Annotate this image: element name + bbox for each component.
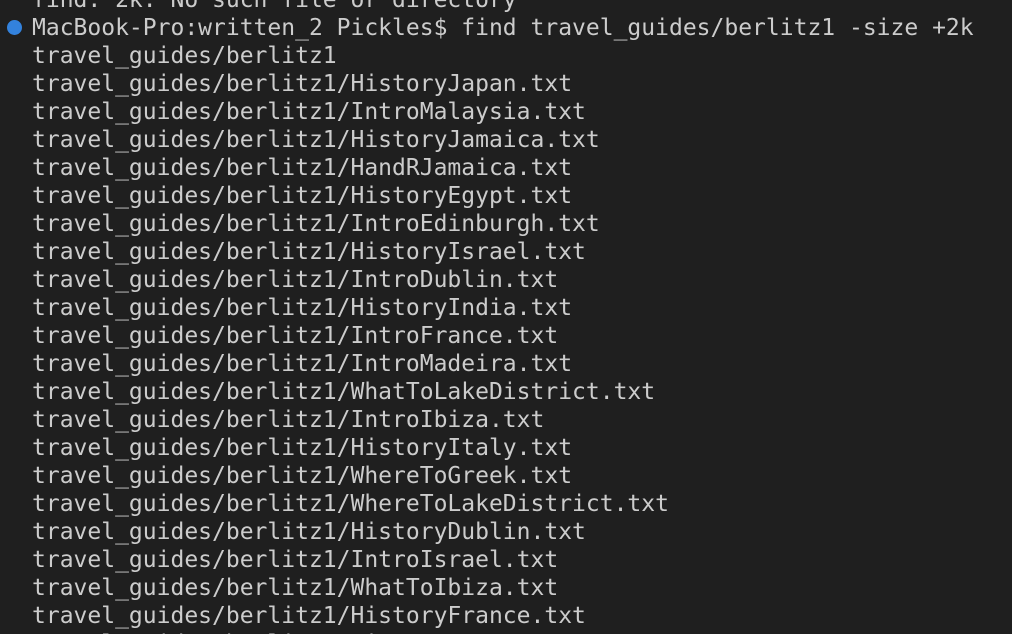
- output-line: travel_guides/berlitz1/HistoryDublin.txt: [32, 519, 586, 545]
- output-line: travel_guides/berlitz1/IntroIsrael.txt: [32, 547, 559, 573]
- output-line: travel_guides/berlitz1/IntroFrance.txt: [32, 323, 559, 349]
- output-line: travel_guides/berlitz1/IntroMadeira.txt: [32, 351, 573, 377]
- output-line: travel_guides/berlitz1/WhereToLakeDistri…: [32, 491, 669, 517]
- output-line: travel_guides/berlitz1/IntroMalaysia.txt: [32, 99, 586, 125]
- output-list: travel_guides/berlitz1 travel_guides/berl…: [32, 42, 1012, 634]
- output-line: travel_guides/berlitz1/WhatToLakeDistric…: [32, 379, 656, 405]
- output-line: travel_guides/berlitz1/HistoryFrance.txt: [32, 603, 586, 629]
- output-line: travel_guides/berlitz1/HistoryHongKong.t…: [32, 630, 1012, 634]
- output-line: travel_guides/berlitz1/HistoryIsrael.txt: [32, 239, 586, 265]
- circle-decoration-icon[interactable]: [7, 20, 22, 35]
- output-line: travel_guides/berlitz1/HistoryIndia.txt: [32, 295, 573, 321]
- output-line: travel_guides/berlitz1/IntroEdinburgh.tx…: [32, 211, 600, 237]
- output-line: travel_guides/berlitz1/IntroIbiza.txt: [32, 407, 545, 433]
- command-line: MacBook-Pro:written_2 Pickles$ find trav…: [32, 15, 974, 41]
- output-line: travel_guides/berlitz1/HandRJamaica.txt: [32, 155, 573, 181]
- terminal-panel[interactable]: find: 2k: No such file or directory MacB…: [0, 0, 1012, 634]
- output-line: travel_guides/berlitz1/HistoryJamaica.tx…: [32, 127, 600, 153]
- output-line: travel_guides/berlitz1/HistoryJapan.txt: [32, 71, 573, 97]
- output-line: travel_guides/berlitz1/IntroDublin.txt: [32, 267, 559, 293]
- output-line: travel_guides/berlitz1/WhatToIbiza.txt: [32, 575, 559, 601]
- output-line: travel_guides/berlitz1: [32, 43, 337, 69]
- output-line: travel_guides/berlitz1/WhereToGreek.txt: [32, 463, 573, 489]
- terminal-line: find: 2k: No such file or directory: [32, 0, 517, 13]
- output-line: travel_guides/berlitz1/HistoryItaly.txt: [32, 435, 573, 461]
- terminal-output: find: 2k: No such file or directory MacB…: [32, 0, 1012, 634]
- output-line: travel_guides/berlitz1/HistoryEgypt.txt: [32, 183, 573, 209]
